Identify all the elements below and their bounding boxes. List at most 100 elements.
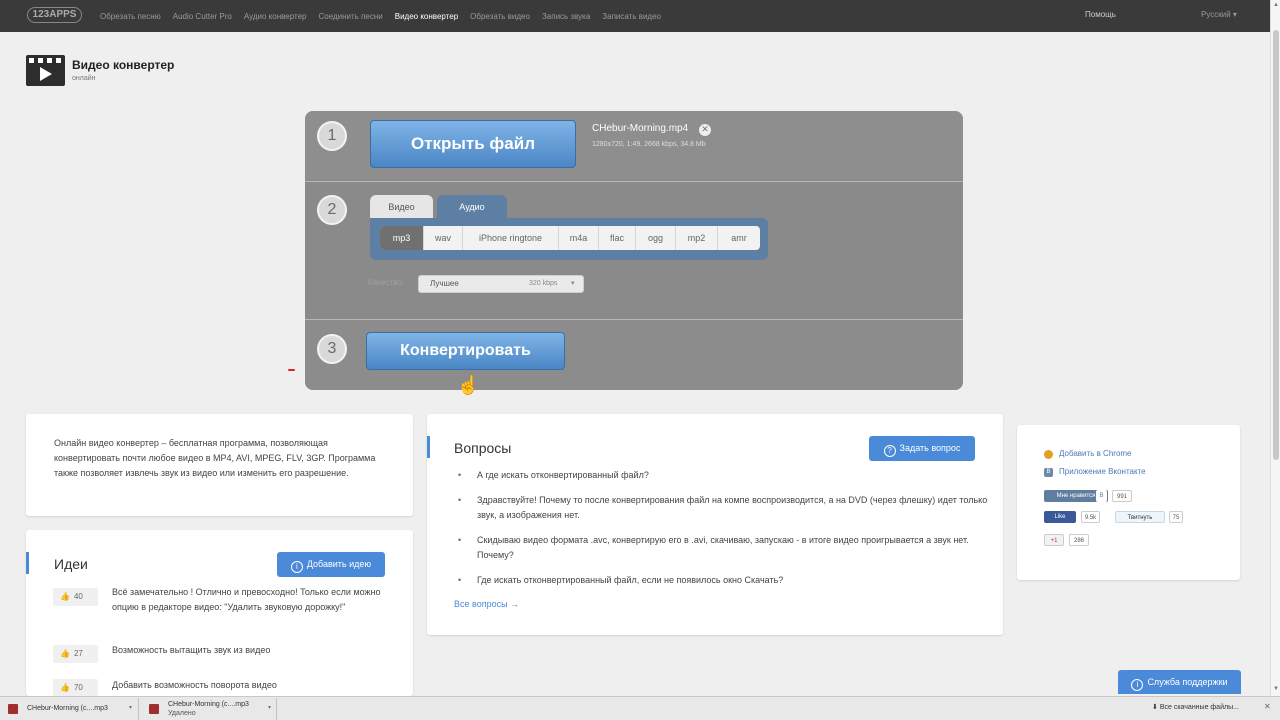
- chrome-icon: [1044, 450, 1053, 459]
- download-name: CHebur-Morning (c....mp3: [27, 705, 108, 712]
- nav-item-join-songs[interactable]: Соединить песни: [318, 12, 382, 21]
- page-title: Видео конвертер: [72, 58, 175, 72]
- format-amr[interactable]: amr: [718, 226, 760, 250]
- nav-item-record-video[interactable]: Записать видео: [602, 12, 661, 21]
- format-list: mp3 wav iPhone ringtone m4a flac ogg mp2…: [380, 226, 760, 250]
- faq-question[interactable]: Скидываю видео формата .avc, конвертирую…: [458, 533, 988, 563]
- red-mark: [288, 369, 295, 371]
- faq-card: Вопросы ?Задать вопрос А где искать отко…: [427, 414, 1003, 635]
- video-converter-icon: [26, 55, 65, 86]
- faq-list: А где искать отконвертированный файл? Зд…: [458, 468, 988, 598]
- open-file-button[interactable]: Открыть файл: [370, 120, 576, 168]
- scroll-thumb[interactable]: [1273, 30, 1279, 460]
- idea-text: Возможность вытащить звук из видео: [112, 645, 271, 655]
- step-open-file: 1 Открыть файл CHebur-Morning.mp4 ✕ 1280…: [305, 111, 963, 180]
- close-icon[interactable]: ✕: [1264, 702, 1271, 711]
- quality-label: Качество:: [368, 278, 405, 287]
- quality-value: Лучшее: [430, 279, 459, 288]
- faq-question[interactable]: Здравствуйте! Почему то после конвертиро…: [458, 493, 988, 523]
- nav-item-cut-song[interactable]: Обрезать песню: [100, 12, 161, 21]
- faq-title: Вопросы: [454, 440, 512, 456]
- fb-like-count: 9.5k: [1081, 511, 1100, 523]
- chevron-down-icon[interactable]: ▾: [129, 704, 132, 711]
- lightbulb-icon: i: [1131, 679, 1144, 691]
- about-text: Онлайн видео конвертер – бесплатная прог…: [54, 438, 376, 478]
- logo[interactable]: 123APPS: [27, 7, 82, 23]
- download-icon: ⬇: [1152, 704, 1160, 711]
- thumbs-up-icon: 👍: [60, 683, 70, 692]
- file-name: CHebur-Morning.mp4: [592, 123, 689, 134]
- nav-item-record-sound[interactable]: Запись звука: [542, 12, 590, 21]
- step-format: 2 Видео Аудио mp3 wav iPhone ringtone m4…: [305, 181, 963, 318]
- ask-question-button[interactable]: ? Задать вопрос: [869, 436, 975, 461]
- scroll-down-icon[interactable]: ▼: [1272, 686, 1280, 692]
- ideas-title: Идеи: [54, 556, 88, 572]
- format-panel: mp3 wav iPhone ringtone m4a flac ogg mp2…: [370, 218, 768, 260]
- faq-question[interactable]: Где искать отконвертированный файл, если…: [458, 573, 988, 588]
- tweet-count: 75: [1169, 511, 1183, 523]
- all-questions-link[interactable]: Все вопросы →: [454, 599, 519, 609]
- vote-button[interactable]: 👍 27: [53, 645, 98, 663]
- download-status: Удалено: [168, 710, 196, 717]
- side-card: Добавить в Chrome B Приложение Вконтакте…: [1017, 425, 1240, 580]
- support-button[interactable]: i Служба поддержки: [1118, 670, 1241, 694]
- help-link[interactable]: Помощь: [1085, 10, 1116, 19]
- format-mp3[interactable]: mp3: [380, 226, 424, 250]
- step-number: 3: [317, 334, 347, 364]
- format-mp2[interactable]: mp2: [676, 226, 718, 250]
- nav-item-audio-converter[interactable]: Аудио конвертер: [244, 12, 307, 21]
- add-idea-button[interactable]: i Добавить идею: [277, 552, 385, 577]
- vk-app-link[interactable]: Приложение Вконтакте: [1059, 467, 1146, 476]
- vk-like-count: 991: [1112, 490, 1132, 502]
- format-ogg[interactable]: ogg: [636, 226, 676, 250]
- step-number: 1: [317, 121, 347, 151]
- tab-video[interactable]: Видео: [370, 195, 433, 219]
- thumbs-up-icon: 👍: [60, 649, 70, 658]
- scroll-up-icon[interactable]: ▲: [1272, 2, 1280, 8]
- vote-button[interactable]: 👍 70: [53, 679, 98, 696]
- nav-menu: Обрезать песню Audio Cutter Pro Аудио ко…: [100, 0, 673, 32]
- gplus-count: 286: [1069, 534, 1089, 546]
- add-to-chrome-link[interactable]: Добавить в Chrome: [1059, 449, 1132, 458]
- step-number: 2: [317, 195, 347, 225]
- format-flac[interactable]: flac: [599, 226, 636, 250]
- tab-audio[interactable]: Аудио: [437, 195, 507, 219]
- thumbs-up-icon: 👍: [60, 592, 70, 601]
- chevron-down-icon[interactable]: ▾: [268, 704, 271, 711]
- page-subtitle: онлайн: [72, 75, 96, 82]
- fb-like-button[interactable]: Like: [1044, 511, 1076, 523]
- format-iphone-ringtone[interactable]: iPhone ringtone: [463, 226, 559, 250]
- nav-item-cut-video[interactable]: Обрезать видео: [470, 12, 530, 21]
- question-icon: ?: [883, 445, 896, 457]
- file-icon: [149, 704, 159, 714]
- quality-kbps: 320 kbps: [529, 280, 558, 287]
- format-wav[interactable]: wav: [424, 226, 463, 250]
- download-item[interactable]: CHebur-Morning (c....mp3 ▾: [0, 698, 139, 720]
- gplus-button[interactable]: +1: [1044, 534, 1064, 546]
- vk-icon: B: [1044, 468, 1053, 477]
- ideas-card: Идеи i Добавить идею 👍 40 Всё замечательно…: [26, 530, 413, 696]
- converter-panel: 1 Открыть файл CHebur-Morning.mp4 ✕ 1280…: [305, 111, 963, 390]
- file-icon: [8, 704, 18, 714]
- convert-button[interactable]: Конвертировать: [366, 332, 565, 370]
- vote-button[interactable]: 👍 40: [53, 588, 98, 606]
- chevron-down-icon: ▾: [571, 280, 575, 287]
- download-bar: CHebur-Morning (c....mp3 ▾ CHebur-Mornin…: [0, 696, 1280, 720]
- nav-item-audio-cutter-pro[interactable]: Audio Cutter Pro: [173, 12, 232, 21]
- section-marker: [427, 436, 430, 458]
- language-select[interactable]: Русский ▾: [1201, 10, 1237, 19]
- page-scrollbar[interactable]: ▲ ▼: [1270, 0, 1280, 696]
- faq-question[interactable]: А где искать отконвертированный файл?: [458, 468, 988, 483]
- file-meta: 1280x720, 1:49, 2668 kbps, 34.8 Mb: [592, 141, 706, 148]
- top-nav: 123APPS Обрезать песню Audio Cutter Pro …: [0, 0, 1270, 32]
- download-item[interactable]: CHebur-Morning (c....mp3 Удалено ▾: [141, 698, 277, 720]
- download-name: CHebur-Morning (c....mp3: [168, 701, 249, 708]
- all-downloads-link[interactable]: ⬇ Все скачанные файлы...: [1152, 703, 1239, 711]
- quality-select[interactable]: Лучшее 320 kbps ▾: [418, 275, 584, 293]
- section-marker: [26, 552, 29, 574]
- nav-item-video-converter[interactable]: Видео конвертер: [395, 12, 458, 21]
- format-m4a[interactable]: m4a: [559, 226, 599, 250]
- vk-icon: B: [1096, 490, 1107, 502]
- remove-file-icon[interactable]: ✕: [699, 124, 711, 136]
- tweet-button[interactable]: Твитнуть: [1115, 511, 1165, 523]
